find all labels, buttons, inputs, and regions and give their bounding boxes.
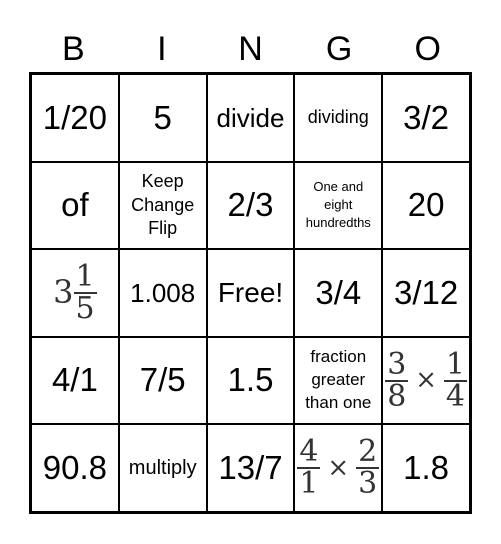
bingo-cell[interactable]: divide — [206, 74, 295, 162]
fraction: 38 — [385, 346, 409, 414]
numerator: 1 — [75, 258, 95, 294]
cell-text: 1/20 — [42, 98, 108, 136]
times-sign: × — [415, 365, 437, 396]
numerator: 3 — [387, 346, 407, 382]
bingo-cell[interactable]: One and eight hundredths — [294, 161, 383, 250]
bingo-cell[interactable]: Free! — [206, 249, 295, 337]
cell-text: 90.8 — [42, 449, 108, 487]
denominator: 3 — [356, 466, 380, 502]
header-letter-i: I — [157, 30, 167, 68]
bingo-cell[interactable]: of — [31, 161, 119, 250]
header-letter-g: G — [325, 30, 353, 68]
free-space: Free! — [217, 276, 284, 308]
bingo-cell[interactable]: fraction greater than one — [294, 336, 383, 425]
cell-text: of — [61, 186, 89, 224]
cell-text: 3/12 — [393, 273, 459, 311]
bingo-cell[interactable]: multiply — [118, 424, 207, 512]
bingo-cell[interactable]: 7/5 — [118, 336, 207, 425]
cell-text: 5 — [153, 98, 172, 136]
fraction: 23 — [356, 434, 380, 502]
bingo-cell[interactable]: 3 15 — [31, 249, 119, 337]
denominator: 5 — [73, 290, 97, 326]
cell-text: fraction greater than one — [305, 347, 372, 413]
header-letter-o: O — [414, 30, 441, 68]
header-letter-n: N — [238, 30, 263, 68]
fraction-product: 38 × 14 — [383, 346, 469, 414]
cell-text: multiply — [128, 457, 197, 480]
bingo-cell[interactable]: Keep Change Flip — [118, 161, 207, 250]
bingo-cell[interactable]: 5 — [118, 74, 207, 162]
cell-text: 3/2 — [403, 98, 450, 136]
bingo-cell[interactable]: 38 × 14 — [382, 336, 470, 425]
bingo-cell[interactable]: 3/4 — [294, 249, 383, 337]
bingo-cell[interactable]: 90.8 — [31, 424, 119, 512]
bingo-cell[interactable]: 2/3 — [206, 161, 295, 250]
bingo-cell[interactable]: 1.008 — [118, 249, 207, 337]
bingo-grid: 1/20 5 divide dividing 3/2 of Keep Chang… — [29, 72, 472, 514]
cell-text: 20 — [407, 186, 445, 224]
times-sign: × — [327, 452, 350, 483]
cell-text: 7/5 — [139, 361, 186, 399]
bingo-cell[interactable]: 3/12 — [382, 249, 470, 337]
cell-text: 1.008 — [130, 277, 196, 308]
fraction-product: 41 × 23 — [295, 437, 381, 499]
bingo-cell[interactable]: 13/7 — [206, 424, 295, 512]
denominator: 8 — [385, 378, 409, 414]
bingo-cell[interactable]: 20 — [382, 161, 470, 250]
bingo-cell[interactable]: 1.5 — [206, 336, 295, 425]
bingo-cell[interactable]: 1/20 — [31, 74, 119, 162]
bingo-header: B I N G O — [29, 26, 472, 72]
cell-text: 4/1 — [51, 361, 98, 399]
numerator: 2 — [358, 434, 378, 470]
fraction: 15 — [73, 258, 97, 326]
denominator: 4 — [443, 378, 467, 414]
bingo-cell[interactable]: 3/2 — [382, 74, 470, 162]
whole-part: 3 — [53, 273, 74, 312]
cell-text: One and eight hundredths — [305, 179, 371, 231]
cell-text: divide — [216, 102, 285, 133]
bingo-cell[interactable]: dividing — [294, 74, 383, 162]
fraction: 41 — [297, 434, 321, 502]
header-letter-b: B — [61, 30, 85, 68]
cell-text: 1.8 — [403, 449, 450, 487]
numerator: 4 — [299, 434, 319, 470]
cell-text: Keep Change Flip — [131, 171, 195, 239]
mixed-number: 3 15 — [32, 258, 118, 326]
fraction: 14 — [443, 346, 467, 414]
cell-text: 3/4 — [315, 273, 362, 311]
bingo-cell[interactable]: 1.8 — [382, 424, 470, 512]
bingo-cell[interactable]: 41 × 23 — [294, 424, 383, 512]
cell-text: 2/3 — [227, 186, 274, 224]
denominator: 1 — [297, 466, 321, 502]
cell-text: 13/7 — [218, 449, 283, 487]
cell-text: 1.5 — [227, 361, 274, 399]
bingo-cell[interactable]: 4/1 — [31, 336, 119, 425]
cell-text: dividing — [307, 107, 369, 128]
numerator: 1 — [445, 346, 465, 382]
